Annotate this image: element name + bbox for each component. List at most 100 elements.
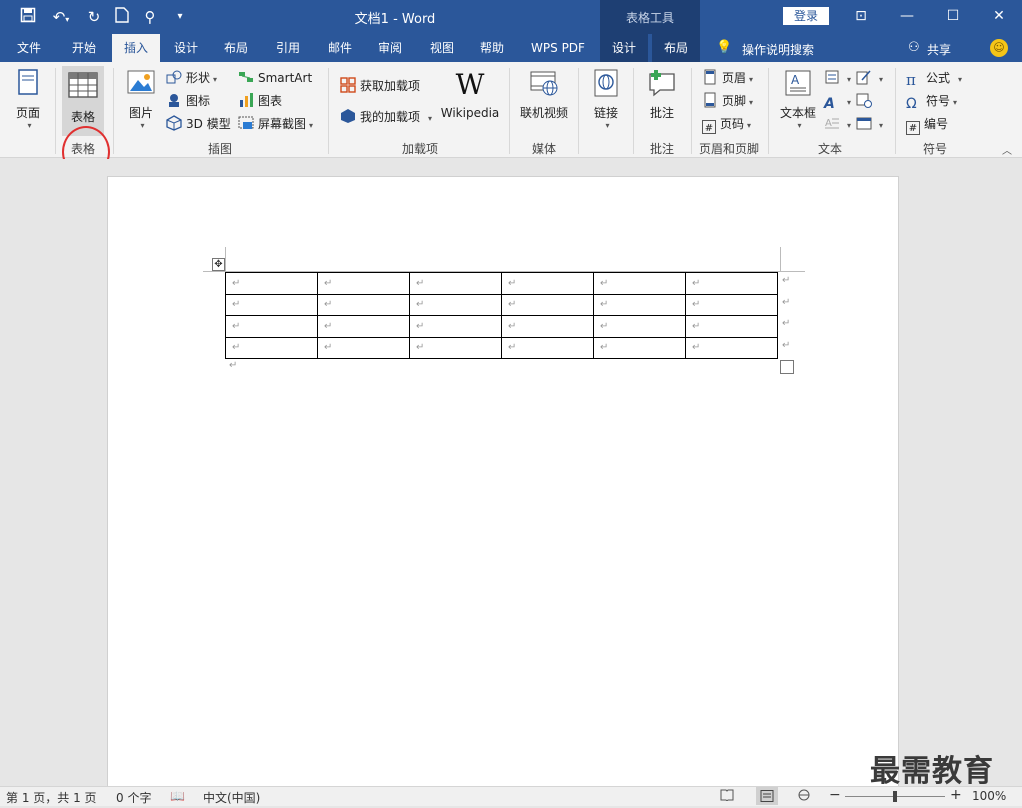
zoom-slider-thumb[interactable] bbox=[893, 791, 897, 802]
redo-icon[interactable]: ↻ bbox=[84, 7, 104, 27]
word-count[interactable]: 0 个字 bbox=[116, 789, 151, 806]
share-button[interactable]: 共享 bbox=[927, 41, 951, 58]
collapse-ribbon-icon[interactable]: ︿ bbox=[1002, 142, 1012, 157]
table-cell[interactable]: ↵ bbox=[501, 336, 594, 359]
tab-help[interactable]: 帮助 bbox=[470, 34, 514, 62]
document-table[interactable]: ↵ ↵ ↵ ↵ ↵ ↵ ↵ ↵ ↵ ↵ ↵ ↵ ↵ ↵ ↵ ↵ ↵ ↵ ↵ ↵ ↵ ↵ ↵ ↵ bbox=[225, 272, 778, 359]
page-info[interactable]: 第 1 页，共 1 页 bbox=[6, 789, 97, 806]
tell-me-search[interactable]: 操作说明搜索 bbox=[742, 41, 814, 58]
tab-home[interactable]: 开始 bbox=[60, 34, 108, 62]
new-document-icon[interactable] bbox=[112, 7, 132, 27]
tab-table-design[interactable]: 设计 bbox=[600, 34, 648, 62]
table-cell[interactable]: ↵ bbox=[317, 272, 410, 295]
links-button[interactable]: 链接 ▾ bbox=[586, 68, 626, 130]
table-cell[interactable]: ↵ bbox=[593, 293, 686, 316]
table-cell[interactable]: ↵ bbox=[225, 293, 318, 316]
zoom-in-icon[interactable]: + bbox=[950, 787, 962, 803]
table-cell[interactable]: ↵ bbox=[225, 336, 318, 359]
tab-mailings[interactable]: 邮件 bbox=[318, 34, 362, 62]
table-cell[interactable]: ↵ bbox=[685, 336, 778, 359]
table-cell[interactable]: ↵ bbox=[409, 272, 502, 295]
language[interactable]: 中文(中国) bbox=[203, 789, 260, 806]
wordart-button[interactable]: A ▾ bbox=[824, 91, 851, 112]
my-addins-button[interactable]: 我的加载项 ▾ bbox=[340, 107, 432, 127]
tab-file[interactable]: 文件 bbox=[6, 34, 52, 62]
table-cell[interactable]: ↵ bbox=[409, 315, 502, 338]
smartart-button[interactable]: SmartArt bbox=[238, 68, 312, 88]
table-cell[interactable]: ↵ bbox=[685, 293, 778, 316]
print-layout-icon[interactable] bbox=[756, 787, 778, 805]
find-icon[interactable]: ⚲ bbox=[140, 7, 160, 27]
page-number-label: 页码 bbox=[720, 117, 745, 131]
object-button[interactable]: ▾ bbox=[856, 114, 883, 134]
table-cell[interactable]: ↵ bbox=[317, 336, 410, 359]
page-number-button[interactable]: # 页码 ▾ bbox=[702, 114, 751, 134]
undo-icon[interactable]: ↶▾ bbox=[48, 7, 74, 27]
separator bbox=[578, 68, 579, 154]
proofing-icon[interactable]: 📖 bbox=[170, 789, 185, 803]
table-cell[interactable]: ↵ bbox=[685, 315, 778, 338]
zoom-level[interactable]: 100% bbox=[972, 789, 1006, 803]
table-move-handle-icon[interactable]: ✥ bbox=[212, 258, 225, 271]
table-cell[interactable]: ↵ bbox=[501, 315, 594, 338]
footer-dropdown-icon: ▾ bbox=[749, 98, 754, 107]
online-video-button[interactable]: 联机视频 bbox=[516, 68, 572, 121]
date-time-button[interactable] bbox=[856, 91, 876, 111]
table-cell[interactable]: ↵ bbox=[501, 293, 594, 316]
save-icon[interactable] bbox=[18, 7, 38, 27]
table-resize-handle-icon[interactable] bbox=[780, 360, 794, 374]
tab-table-layout[interactable]: 布局 bbox=[652, 34, 700, 62]
close-icon[interactable]: ✕ bbox=[976, 0, 1022, 32]
my-addins-icon bbox=[340, 108, 356, 124]
read-mode-icon[interactable] bbox=[720, 789, 734, 804]
table-cell[interactable]: ↵ bbox=[501, 272, 594, 295]
table-cell[interactable]: ↵ bbox=[593, 315, 686, 338]
chart-button[interactable]: 图表 bbox=[238, 91, 282, 111]
table-cell[interactable]: ↵ bbox=[409, 336, 502, 359]
paragraph-mark: ↵ bbox=[229, 360, 238, 371]
table-cell[interactable]: ↵ bbox=[685, 272, 778, 295]
table-cell[interactable]: ↵ bbox=[225, 315, 318, 338]
footer-button[interactable]: 页脚 ▾ bbox=[702, 91, 753, 111]
signature-line-button[interactable]: ▾ bbox=[856, 68, 883, 88]
web-layout-icon[interactable] bbox=[797, 789, 811, 804]
maximize-icon[interactable]: ☐ bbox=[930, 0, 976, 32]
tab-insert[interactable]: 插入 bbox=[112, 34, 160, 62]
table-cell[interactable]: ↵ bbox=[225, 272, 318, 295]
drop-cap-button[interactable]: A ▾ bbox=[824, 114, 851, 134]
pictures-button[interactable]: 图片 ▾ bbox=[122, 68, 160, 130]
get-addins-button[interactable]: 获取加载项 bbox=[340, 76, 420, 96]
shapes-button[interactable]: 形状 ▾ bbox=[166, 68, 217, 88]
table-cell[interactable]: ↵ bbox=[409, 293, 502, 316]
quick-parts-button[interactable]: ▾ bbox=[824, 68, 851, 88]
tab-design[interactable]: 设计 bbox=[164, 34, 208, 62]
icons-button[interactable]: 图标 bbox=[166, 91, 210, 111]
numbering-button[interactable]: # 编号 bbox=[906, 114, 948, 135]
new-comment-button[interactable]: 批注 bbox=[640, 68, 684, 121]
customize-qat-icon[interactable]: ▾ bbox=[170, 7, 190, 27]
document-page[interactable]: ✥ ↵ ↵ ↵ ↵ ↵ ↵ ↵ ↵ ↵ ↵ ↵ ↵ ↵ ↵ ↵ ↵ ↵ ↵ ↵ ↵ ↵ ↵ ↵ ↵ ↵ ↵ ↵ ↵ ↵ bbox=[107, 176, 899, 786]
table-cell[interactable]: ↵ bbox=[593, 272, 686, 295]
tab-references[interactable]: 引用 bbox=[266, 34, 310, 62]
tab-wps-pdf[interactable]: WPS PDF bbox=[524, 34, 592, 62]
ribbon-display-options-icon[interactable]: ⊡ bbox=[838, 0, 884, 32]
textbox-button[interactable]: A 文本框 ▾ bbox=[776, 68, 820, 130]
wikipedia-button[interactable]: W Wikipedia bbox=[440, 70, 500, 121]
tab-review[interactable]: 审阅 bbox=[368, 34, 412, 62]
equation-button[interactable]: π 公式 ▾ bbox=[906, 68, 962, 89]
tab-layout[interactable]: 布局 bbox=[214, 34, 258, 62]
page-button[interactable]: 页面 ▾ bbox=[8, 68, 48, 130]
comment-icon bbox=[646, 68, 678, 98]
zoom-out-icon[interactable]: − bbox=[829, 787, 841, 803]
symbol-button[interactable]: Ω 符号 ▾ bbox=[906, 91, 957, 112]
header-button[interactable]: 页眉 ▾ bbox=[702, 68, 753, 88]
minimize-icon[interactable]: — bbox=[884, 0, 930, 32]
table-cell[interactable]: ↵ bbox=[317, 293, 410, 316]
screenshot-button[interactable]: 屏幕截图 ▾ bbox=[238, 114, 313, 134]
table-cell[interactable]: ↵ bbox=[317, 315, 410, 338]
tab-view[interactable]: 视图 bbox=[420, 34, 464, 62]
3d-models-button[interactable]: 3D 模型 bbox=[166, 114, 231, 134]
smiley-feedback-icon[interactable]: ☺ bbox=[990, 39, 1008, 57]
table-cell[interactable]: ↵ bbox=[593, 336, 686, 359]
login-button[interactable]: 登录 bbox=[783, 7, 829, 25]
